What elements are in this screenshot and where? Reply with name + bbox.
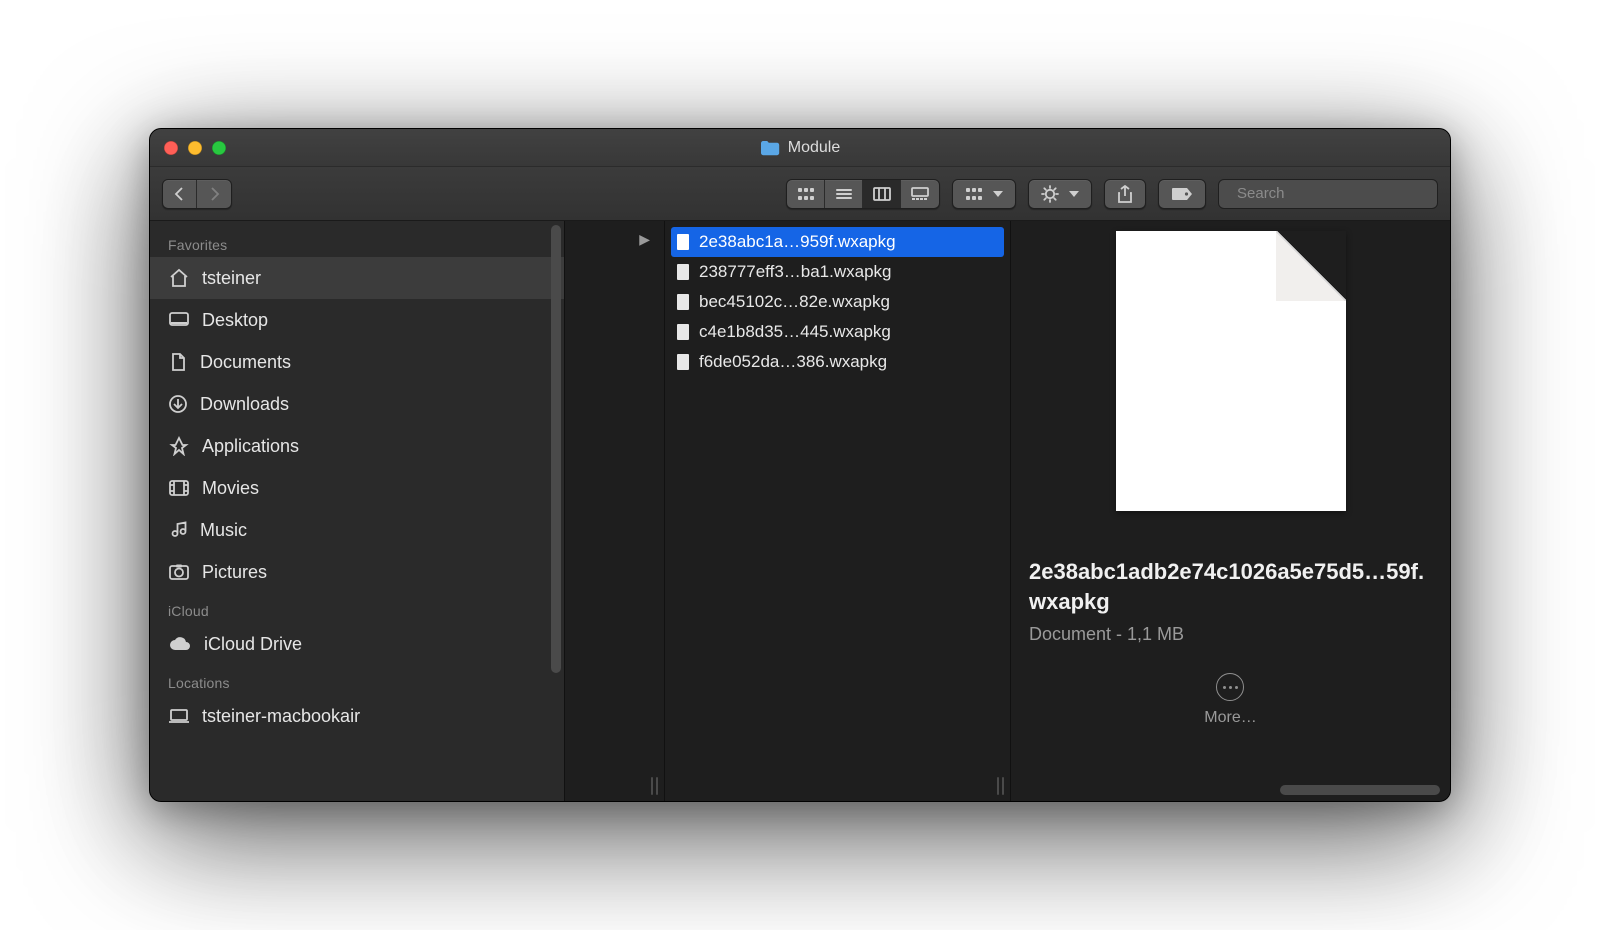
file-name: f6de052da…386.wxapkg	[699, 352, 887, 372]
file-name: bec45102c…82e.wxapkg	[699, 292, 890, 312]
tags-button[interactable]	[1158, 179, 1206, 209]
sidebar-item-desktop[interactable]: Desktop	[150, 299, 564, 341]
sidebar-item-label: Movies	[202, 478, 259, 499]
file-name: c4e1b8d35…445.wxapkg	[699, 322, 891, 342]
sidebar-item-label: Applications	[202, 436, 299, 457]
sidebar-item-computer[interactable]: tsteiner-macbookair	[150, 695, 564, 737]
document-icon	[675, 353, 691, 371]
laptop-icon	[168, 708, 190, 724]
action-menu-button[interactable]	[1028, 179, 1092, 209]
search-field[interactable]	[1218, 179, 1438, 209]
file-row[interactable]: bec45102c…82e.wxapkg	[665, 287, 1010, 317]
share-button[interactable]	[1104, 179, 1146, 209]
sidebar-item-music[interactable]: Music	[150, 509, 564, 551]
preview-file-meta: Document - 1,1 MB	[1029, 624, 1432, 645]
file-row[interactable]: f6de052da…386.wxapkg	[665, 347, 1010, 377]
file-row[interactable]: c4e1b8d35…445.wxapkg	[665, 317, 1010, 347]
column-resize-handle[interactable]	[997, 777, 1004, 795]
sidebar: Favorites tsteiner Desktop Documents	[150, 221, 565, 801]
document-icon	[675, 263, 691, 281]
file-name: 238777eff3…ba1.wxapkg	[699, 262, 892, 282]
nav-segment	[162, 179, 232, 209]
sidebar-item-label: Downloads	[200, 394, 289, 415]
sidebar-item-pictures[interactable]: Pictures	[150, 551, 564, 593]
documents-icon	[168, 352, 188, 372]
document-icon	[675, 233, 691, 251]
cloud-icon	[168, 636, 192, 652]
view-switcher	[786, 179, 940, 209]
column-view-button[interactable]	[863, 180, 901, 208]
column-view: ▶ 2e38abc1a…959f.wxapkg 238777eff3…ba1.w…	[565, 221, 1450, 801]
sidebar-item-label: tsteiner-macbookair	[202, 706, 360, 727]
sidebar-group-header: iCloud	[150, 593, 564, 623]
sidebar-item-applications[interactable]: Applications	[150, 425, 564, 467]
desktop-icon	[168, 311, 190, 329]
toolbar	[150, 167, 1450, 221]
pictures-icon	[168, 563, 190, 581]
file-name: 2e38abc1a…959f.wxapkg	[699, 232, 896, 252]
chevron-right-icon: ▶	[639, 231, 650, 248]
column-resize-handle[interactable]	[651, 777, 658, 795]
sidebar-item-label: Documents	[200, 352, 291, 373]
finder-window: Module	[149, 128, 1451, 802]
file-row[interactable]: 2e38abc1a…959f.wxapkg	[671, 227, 1004, 257]
sidebar-item-movies[interactable]: Movies	[150, 467, 564, 509]
sidebar-item-documents[interactable]: Documents	[150, 341, 564, 383]
back-button[interactable]	[163, 180, 197, 208]
applications-icon	[168, 436, 190, 456]
forward-button[interactable]	[197, 180, 231, 208]
parent-column[interactable]: ▶	[565, 221, 665, 801]
sidebar-item-home[interactable]: tsteiner	[150, 257, 564, 299]
sidebar-item-downloads[interactable]: Downloads	[150, 383, 564, 425]
search-input[interactable]	[1237, 185, 1436, 202]
movies-icon	[168, 479, 190, 497]
more-label: More…	[1204, 709, 1256, 727]
preview-thumbnail	[1116, 231, 1346, 511]
document-icon	[675, 323, 691, 341]
window-title: Module	[788, 139, 840, 157]
gallery-view-button[interactable]	[901, 180, 939, 208]
sidebar-item-label: Pictures	[202, 562, 267, 583]
sidebar-group-header: Locations	[150, 665, 564, 695]
preview-pane: 2e38abc1adb2e74c1026a5e75d5…59f.wxapkg D…	[1011, 221, 1450, 801]
home-icon	[168, 268, 190, 288]
document-icon	[675, 293, 691, 311]
icon-view-button[interactable]	[787, 180, 825, 208]
preview-file-name: 2e38abc1adb2e74c1026a5e75d5…59f.wxapkg	[1029, 557, 1432, 616]
preview-scrollbar[interactable]	[1280, 785, 1440, 795]
file-row[interactable]: 238777eff3…ba1.wxapkg	[665, 257, 1010, 287]
sidebar-item-label: iCloud Drive	[204, 634, 302, 655]
sidebar-item-label: Desktop	[202, 310, 268, 331]
downloads-icon	[168, 394, 188, 414]
sidebar-item-icloud-drive[interactable]: iCloud Drive	[150, 623, 564, 665]
folder-icon	[760, 140, 780, 156]
sidebar-item-label: Music	[200, 520, 247, 541]
sidebar-scrollbar[interactable]	[551, 225, 561, 673]
titlebar: Module	[150, 129, 1450, 167]
sidebar-group-header: Favorites	[150, 227, 564, 257]
sidebar-item-label: tsteiner	[202, 268, 261, 289]
music-icon	[168, 520, 188, 540]
more-actions-button[interactable]	[1216, 673, 1244, 701]
list-view-button[interactable]	[825, 180, 863, 208]
group-by-button[interactable]	[952, 179, 1016, 209]
file-list-column: 2e38abc1a…959f.wxapkg 238777eff3…ba1.wxa…	[665, 221, 1011, 801]
